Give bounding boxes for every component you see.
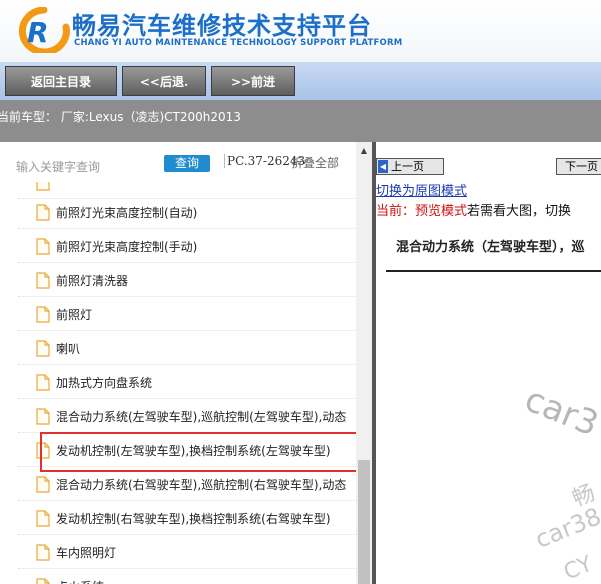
switch-original-mode-link[interactable]: 切换为原图模式 [376, 180, 467, 199]
tree-item[interactable]: 加热式方向盘系统 [18, 366, 356, 399]
next-page-label: 下一页 [565, 160, 598, 173]
watermark-text: car38 [531, 502, 601, 554]
site-subtitle: CHANG YI AUTO MAINTENANCE TECHNOLOGY SUP… [74, 38, 403, 48]
current-model-text: 当前车型： 厂家:Lexus（凌志)CT200h2013 [0, 110, 241, 124]
mode-hint-text: 若需看大图，切换 [467, 204, 572, 219]
document-icon [36, 340, 50, 357]
document-icon [36, 238, 50, 255]
prev-page-button[interactable]: ◀ 上一页 [376, 158, 444, 175]
scroll-up-arrow-icon[interactable]: ▲ [356, 146, 372, 158]
mode-status: 当前：预览模式若需看大图，切换 [376, 200, 571, 219]
document-icon [36, 544, 50, 561]
document-icon [36, 272, 50, 289]
nav-bar: 返回主目录 <<后退. >>前进 [0, 62, 601, 100]
mode-current-text: 当前：预览模式 [376, 204, 468, 219]
tree-item-label: 前照灯光束高度控制(手动) [56, 240, 198, 254]
home-button[interactable]: 返回主目录 [5, 66, 117, 96]
search-button[interactable]: 查询 [164, 155, 210, 172]
document-icon [36, 476, 50, 493]
tree-item[interactable]: 前照灯光束高度控制(手动) [18, 230, 356, 263]
tree-item[interactable]: 点火系统 [18, 570, 356, 584]
tree-item-label: 混合动力系统(左驾驶车型),巡航控制(左驾驶车型),动态 [56, 410, 347, 424]
document-icon [36, 306, 50, 323]
document-icon [36, 374, 50, 391]
left-arrow-icon: ◀ [378, 160, 388, 173]
prev-page-label: 上一页 [391, 160, 424, 173]
tree-item-label: 前照灯清洗器 [56, 274, 129, 288]
back-button[interactable]: <<后退. [122, 66, 206, 96]
tree-item[interactable]: 混合动力系统(右驾驶车型),巡航控制(右驾驶车型),动态 [18, 468, 356, 501]
tree-item-label: 加热式方向盘系统 [56, 376, 153, 390]
tree-item-label: 前照灯 [56, 308, 93, 322]
tree-item[interactable]: 前照灯 [18, 298, 356, 331]
tree-item-label: 发动机控制(右驾驶车型),换档控制系统(右驾驶车型) [56, 512, 331, 526]
tree-item[interactable]: 喇叭 [18, 332, 356, 365]
tree-item-label: 前照灯光束高度控制(自动) [56, 206, 198, 220]
tree-list: 前照灯光束高度控制(自动) 前照灯光束高度控制(手动) 前照灯清洗器 前照灯喇叭加热式… [0, 182, 356, 584]
left-panel: 输入关键字查询 查询 PC.37-26243 折叠全部 前照灯光束高度控制(自动… [0, 142, 372, 584]
left-scrollbar[interactable]: ▲ [356, 142, 372, 584]
scroll-thumb[interactable] [358, 460, 370, 584]
collapse-all-link[interactable]: 折叠全部 [291, 154, 339, 171]
forward-button[interactable]: >>前进 [211, 66, 295, 96]
watermark-text: CY [560, 551, 597, 584]
model-bar: 当前车型： 厂家:Lexus（凌志)CT200h2013 [0, 100, 601, 142]
tree-item[interactable]: 发动机控制(右驾驶车型),换档控制系统(右驾驶车型) [18, 502, 356, 535]
tree-item[interactable]: 混合动力系统(左驾驶车型),巡航控制(左驾驶车型),动态 [18, 400, 356, 433]
svg-text:R: R [27, 16, 49, 49]
tree-item[interactable]: 前照灯光束高度控制(自动) [18, 196, 356, 229]
watermark-text: car3 [519, 379, 601, 445]
tree-item[interactable]: 前照灯清洗器 [18, 264, 356, 297]
cy-logo-icon: R [18, 7, 70, 53]
tree-item-label: 喇叭 [56, 342, 81, 356]
document-icon [36, 510, 50, 527]
document-title: 混合动力系统（左驾驶车型），巡 [396, 240, 585, 255]
next-page-button[interactable]: 下一页 [556, 158, 601, 175]
tree-item[interactable]: 车内照明灯 [18, 536, 356, 569]
tree-item-label: 混合动力系统(右驾驶车型),巡航控制(右驾驶车型),动态 [56, 478, 347, 492]
document-icon [36, 182, 50, 191]
site-title: 畅易汽车维修技术支持平台 [72, 12, 372, 40]
document-icon [36, 204, 50, 221]
search-input[interactable]: 输入关键字查询 [16, 158, 100, 175]
document-icon [36, 578, 50, 584]
title-underline [386, 270, 601, 272]
header: R 畅易汽车维修技术支持平台 CHANG YI AUTO MAINTENANCE… [0, 0, 601, 63]
tree-item-label: 车内照明灯 [56, 546, 117, 560]
viewer-panel: ◀ 上一页 下一页 切换为原图模式 当前：预览模式若需看大图，切换 混合动力系统（… [376, 142, 601, 584]
tree-item-label: 点火系统 [56, 578, 356, 584]
document-icon [36, 408, 50, 425]
selection-highlight [40, 432, 358, 472]
